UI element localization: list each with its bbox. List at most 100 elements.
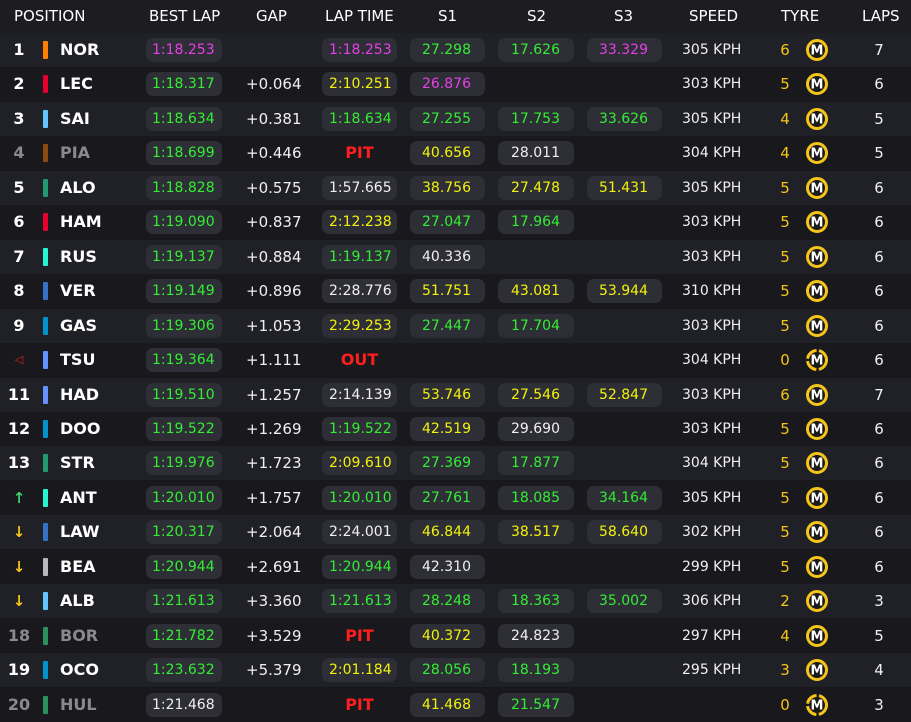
- position-indicator: 1: [13, 40, 25, 59]
- header-laps[interactable]: LAPS: [862, 0, 900, 33]
- tyre-medium-icon: M: [806, 107, 828, 130]
- driver-code[interactable]: ALO: [60, 171, 130, 205]
- sector-s1-time: 27.369: [410, 451, 485, 476]
- driver-code[interactable]: SAI: [60, 102, 130, 136]
- sector-s1-time: 27.447: [410, 313, 485, 338]
- table-row[interactable]: 18 BOR 1:21.782 +3.529 PIT 40.372 24.823 297 KP…: [0, 618, 911, 653]
- gap-value: +1.111: [246, 351, 302, 370]
- table-row[interactable]: 1 NOR 1:18.253 1:18.253 27.298 17.626 33.329 30…: [0, 33, 911, 67]
- driver-code[interactable]: BEA: [60, 550, 130, 584]
- gap-value: +1.053: [246, 316, 302, 335]
- driver-code[interactable]: DOO: [60, 412, 130, 446]
- laps-count: 6: [874, 351, 884, 370]
- position-indicator: 9: [13, 315, 25, 335]
- best-lap-time: 1:23.632: [146, 658, 222, 683]
- speed-trap: 305 KPH: [682, 42, 742, 58]
- sector-s2-time: 17.753: [498, 106, 574, 131]
- laps-count: 6: [874, 523, 884, 542]
- driver-code[interactable]: NOR: [60, 33, 130, 67]
- table-row[interactable]: 12 DOO 1:19.522 +1.269 1:19.522 42.519 29.690 3…: [0, 411, 911, 446]
- tyre-compound-letter: M: [811, 388, 824, 403]
- tyre-compound-letter: M: [811, 44, 824, 59]
- gap-value: +2.691: [246, 557, 302, 576]
- tyre-compound-letter: M: [811, 457, 824, 472]
- header-best-lap[interactable]: BEST LAP: [149, 0, 220, 33]
- header-s1[interactable]: S1: [438, 0, 457, 33]
- driver-code[interactable]: ANT: [60, 481, 130, 515]
- tyre-medium-icon: M: [806, 73, 828, 96]
- driver-code[interactable]: GAS: [60, 309, 130, 343]
- table-row[interactable]: 2 LEC 1:18.317 +0.064 2:10.251 26.876 303 KPH 5…: [0, 67, 911, 102]
- sector-s1-time: 53.746: [410, 382, 485, 407]
- table-row[interactable]: ↑ ANT 1:20.010 +1.757 1:20.010 27.761 18.085 34…: [0, 480, 911, 515]
- driver-code[interactable]: LAW: [60, 515, 130, 549]
- header-lap-time[interactable]: LAP TIME: [325, 0, 394, 33]
- header-tyre[interactable]: TYRE: [781, 0, 819, 33]
- driver-code[interactable]: HAD: [60, 378, 130, 412]
- speed-trap: 303 KPH: [682, 76, 742, 93]
- tyre-compound-letter: M: [811, 147, 824, 162]
- driver-code[interactable]: RUS: [60, 240, 130, 274]
- table-row[interactable]: 8 VER 1:19.149 +0.896 2:28.776 51.751 43.081 53…: [0, 274, 911, 309]
- tyre-age: 4: [780, 109, 790, 128]
- tyre-age: 5: [780, 213, 790, 232]
- speed-trap: 305 KPH: [682, 489, 742, 506]
- best-lap-time: 1:18.634: [146, 106, 222, 131]
- tyre-age: 6: [780, 385, 790, 404]
- driver-code[interactable]: TSU: [60, 343, 130, 377]
- table-row[interactable]: ◁ TSU 1:19.364 +1.111 OUT 304 KPH 0 M 6: [0, 343, 911, 378]
- table-row[interactable]: 7 RUS 1:19.137 +0.884 1:19.137 40.336 303 KPH 5…: [0, 239, 911, 274]
- driver-code[interactable]: HAM: [60, 205, 130, 239]
- driver-code[interactable]: PIA: [60, 136, 130, 170]
- header-gap[interactable]: GAP: [256, 0, 287, 33]
- tyre-medium-icon: M: [806, 314, 828, 337]
- table-row[interactable]: 4 PIA 1:18.699 +0.446 PIT 40.656 28.011 304 KPH…: [0, 136, 911, 171]
- tyre-compound-letter: M: [811, 78, 824, 93]
- sector-s1-time: 26.876: [410, 72, 485, 97]
- driver-code[interactable]: HUL: [60, 688, 130, 722]
- position-indicator: ◁: [14, 353, 24, 367]
- driver-code[interactable]: VER: [60, 274, 130, 308]
- table-row[interactable]: 11 HAD 1:19.510 +1.257 2:14.139 53.746 27.546 5…: [0, 377, 911, 412]
- table-row[interactable]: 19 OCO 1:23.632 +5.379 2:01.184 28.056 18.193 2…: [0, 653, 911, 688]
- laps-count: 6: [874, 282, 884, 301]
- driver-code[interactable]: STR: [60, 446, 130, 480]
- table-row[interactable]: 13 STR 1:19.976 +1.723 2:09.610 27.369 17.877 3…: [0, 446, 911, 481]
- table-row[interactable]: 6 HAM 1:19.090 +0.837 2:12.238 27.047 17.964 30…: [0, 205, 911, 240]
- table-row[interactable]: ↓ BEA 1:20.944 +2.691 1:20.944 42.310 299 KPH 5…: [0, 549, 911, 584]
- tyre-age: 0: [780, 351, 790, 370]
- laps-count: 6: [874, 419, 884, 438]
- driver-code[interactable]: OCO: [60, 653, 130, 687]
- team-color-bar: [43, 661, 48, 680]
- table-row[interactable]: 3 SAI 1:18.634 +0.381 1:18.634 27.255 17.753 33…: [0, 101, 911, 136]
- tyre-age: 2: [780, 592, 790, 611]
- driver-code[interactable]: ALB: [60, 584, 130, 618]
- sector-s3-time: 35.002: [587, 589, 662, 614]
- header-speed[interactable]: SPEED: [689, 0, 738, 33]
- header-s2[interactable]: S2: [527, 0, 546, 33]
- header-position[interactable]: POSITION: [14, 0, 85, 33]
- table-row[interactable]: 5 ALO 1:18.828 +0.575 1:57.665 38.756 27.478 51…: [0, 170, 911, 205]
- tyre-compound-letter: M: [811, 595, 824, 610]
- table-row[interactable]: ↓ LAW 1:20.317 +2.064 2:24.001 46.844 38.517 58…: [0, 515, 911, 550]
- laps-count: 6: [874, 247, 884, 266]
- table-row[interactable]: ↓ ALB 1:21.613 +3.360 1:21.613 28.248 18.363 35…: [0, 584, 911, 619]
- last-lap-time: 2:01.184: [322, 658, 397, 683]
- driver-code[interactable]: BOR: [60, 619, 130, 653]
- team-color-bar: [43, 557, 48, 576]
- sector-s2-time: 17.877: [498, 451, 574, 476]
- team-color-bar: [43, 419, 48, 438]
- driver-code[interactable]: LEC: [60, 67, 130, 101]
- best-lap-time: 1:18.317: [146, 72, 222, 97]
- table-row[interactable]: 20 HUL 1:21.468 PIT 41.468 21.547 0 M 3: [0, 687, 911, 722]
- speed-trap: 303 KPH: [682, 248, 742, 265]
- best-lap-time: 1:18.253: [146, 38, 222, 62]
- tyre-medium-icon: M: [806, 659, 828, 682]
- position-indicator: ↓: [12, 592, 26, 611]
- team-color-bar: [43, 75, 48, 94]
- speed-trap: 305 KPH: [682, 179, 742, 196]
- speed-trap: 306 KPH: [682, 593, 742, 610]
- table-row[interactable]: 9 GAS 1:19.306 +1.053 2:29.253 27.447 17.704 30…: [0, 308, 911, 343]
- header-s3[interactable]: S3: [614, 0, 633, 33]
- last-lap-time: 1:20.010: [322, 485, 397, 510]
